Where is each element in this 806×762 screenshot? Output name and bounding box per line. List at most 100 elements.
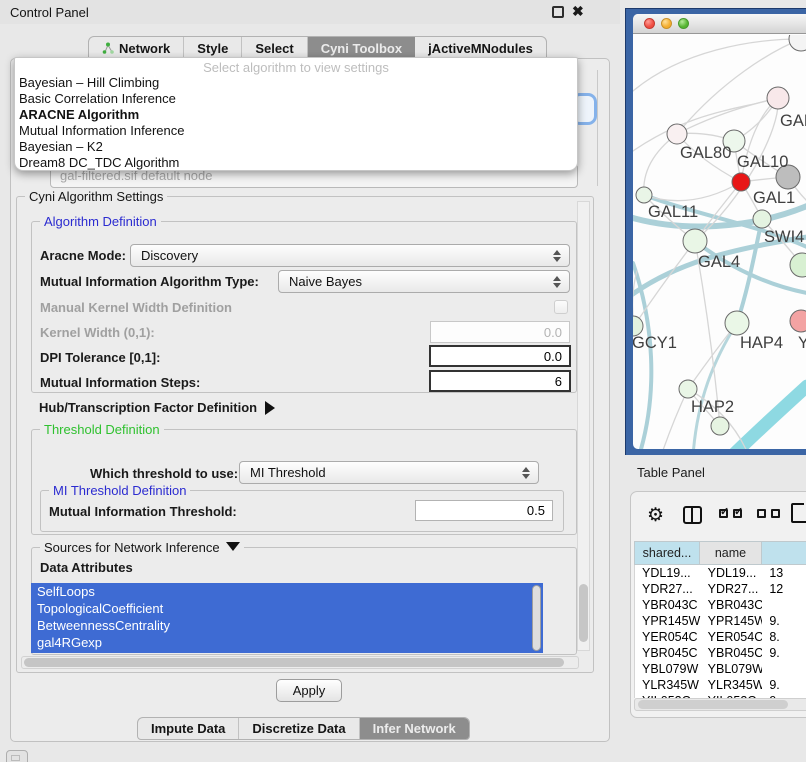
table-row[interactable]: YBR043CYBR043C	[635, 597, 806, 613]
table-mode-icon[interactable]	[791, 503, 806, 523]
minimized-panel-icon[interactable]	[6, 750, 28, 762]
network-edge[interactable]	[644, 182, 741, 201]
settings-vertical-scrollbar[interactable]	[577, 201, 590, 651]
tab-jactivemnodules[interactable]: jActiveMNodules	[415, 37, 546, 59]
network-edge[interactable]	[634, 241, 695, 326]
network-node-gcy1[interactable]	[633, 316, 643, 336]
attributes-scrollbar-thumb[interactable]	[533, 586, 540, 650]
mi-threshold-input[interactable]	[415, 500, 553, 521]
gear-icon[interactable]: ⚙	[647, 504, 664, 527]
network-node-swi4[interactable]	[753, 210, 771, 228]
data-attributes-label: Data Attributes	[40, 560, 133, 575]
columns-icon[interactable]	[683, 506, 702, 524]
tab-style[interactable]: Style	[184, 37, 242, 59]
table-row[interactable]: YDR27...YDR27...12	[635, 581, 806, 597]
manual-kernel-label: Manual Kernel Width Definition	[40, 300, 232, 315]
algorithm-option[interactable]: Basic Correlation Inference	[15, 91, 577, 107]
algorithm-option[interactable]: Mutual Information Inference	[15, 123, 577, 139]
select-all-check-icon[interactable]	[719, 509, 728, 518]
close-icon[interactable]: ✖	[572, 3, 584, 20]
settings-vscroll-thumb[interactable]	[579, 584, 588, 642]
settings-hscroll-thumb[interactable]	[24, 658, 564, 667]
tab-network[interactable]: Network	[89, 37, 184, 59]
algorithm-option[interactable]: ARACNE Algorithm	[15, 107, 577, 123]
mi-type-combo[interactable]: Naive Bayes	[278, 270, 570, 293]
algorithm-option[interactable]: Bayesian – K2	[15, 139, 577, 155]
network-node[interactable]	[789, 35, 806, 51]
table-row[interactable]: YPR145WYPR145W9.	[635, 613, 806, 629]
sources-group-title[interactable]: Sources for Network Inference	[40, 540, 244, 555]
table-row[interactable]: YER054CYER054C8.	[635, 629, 806, 645]
attribute-item[interactable]: TopologicalCoefficient	[31, 600, 543, 617]
select-all-check-icon[interactable]	[733, 509, 742, 518]
node-label: GAL1	[753, 189, 795, 207]
attribute-item[interactable]: BetweennessCentrality	[31, 617, 543, 634]
manual-kernel-checkbox[interactable]	[554, 300, 568, 314]
node-label: GAL11	[648, 203, 698, 221]
table-row[interactable]: YBR045CYBR045C9.	[635, 645, 806, 661]
dpi-tolerance-input[interactable]	[429, 345, 571, 367]
zoom-window-icon[interactable]	[678, 18, 689, 29]
attributes-scrollbar[interactable]	[532, 585, 541, 651]
minimize-window-icon[interactable]	[661, 18, 672, 29]
attribute-item[interactable]: SelfLoops	[31, 583, 543, 600]
deselect-all-check-icon[interactable]	[771, 509, 780, 518]
bottom-tab-infer-network[interactable]: Infer Network	[360, 718, 469, 739]
which-threshold-combo[interactable]: MI Threshold	[239, 461, 539, 484]
network-window-frame: GAL7GAL80GAL10GAL1GAL11SWI4GAL4GCY1HAP4Y…	[625, 8, 806, 455]
network-node-hap2[interactable]	[679, 380, 697, 398]
network-node[interactable]	[711, 417, 729, 435]
network-node-hap4[interactable]	[725, 311, 749, 335]
spinner-icon	[553, 275, 562, 289]
network-canvas[interactable]: GAL7GAL80GAL10GAL1GAL11SWI4GAL4GCY1HAP4Y…	[633, 35, 806, 449]
control-panel-titlebar: Control Panel ✖	[0, 0, 620, 24]
data-attributes-list[interactable]: SelfLoopsTopologicalCoefficientBetweenne…	[31, 583, 543, 653]
deselect-all-check-icon[interactable]	[757, 509, 766, 518]
mi-type-value: Naive Bayes	[289, 274, 362, 289]
algorithm-option[interactable]: Bayesian – Hill Climbing	[15, 75, 577, 91]
kernel-width-label: Kernel Width (0,1):	[40, 325, 155, 340]
network-edge[interactable]	[661, 389, 688, 449]
sources-title-text: Sources for Network Inference	[44, 540, 220, 555]
network-node-gal1[interactable]	[732, 173, 750, 191]
kernel-width-input[interactable]	[430, 321, 570, 343]
bottom-tab-discretize-data[interactable]: Discretize Data	[239, 718, 359, 739]
column-header[interactable]	[762, 541, 806, 565]
network-node-gal7[interactable]	[767, 87, 789, 109]
network-edge[interactable]	[735, 386, 806, 449]
table-horizontal-scrollbar[interactable]	[634, 698, 806, 711]
tab-select[interactable]: Select	[242, 37, 307, 59]
tab-label: Cyni Toolbox	[321, 41, 402, 56]
algorithm-dropdown-popup: Select algorithm to view settings Bayesi…	[14, 57, 578, 171]
node-label: GAL4	[698, 253, 740, 271]
hub-definition-label: Hub/Transcription Factor Definition	[39, 400, 257, 415]
network-node-gal11[interactable]	[636, 187, 652, 203]
bottom-tab-impute-data[interactable]: Impute Data	[138, 718, 239, 739]
settings-horizontal-scrollbar[interactable]	[21, 656, 579, 669]
network-node-y[interactable]	[790, 310, 806, 332]
tab-cyni-toolbox[interactable]: Cyni Toolbox	[308, 37, 415, 59]
collapse-down-icon	[226, 542, 240, 551]
table-row[interactable]: YBL079WYBL079W	[635, 661, 806, 677]
table-row[interactable]: YDL19...YDL19...13	[635, 565, 806, 581]
column-header[interactable]: name	[700, 541, 762, 565]
mi-steps-input[interactable]	[429, 370, 571, 392]
algorithm-option[interactable]: Dream8 DC_TDC Algorithm	[15, 155, 577, 171]
column-header[interactable]: shared...	[634, 541, 700, 565]
table-hscroll-thumb[interactable]	[638, 700, 788, 709]
network-node[interactable]	[790, 253, 806, 277]
algorithm-definition-title: Algorithm Definition	[40, 214, 161, 229]
network-node-gal4[interactable]	[683, 229, 707, 253]
network-node-gal80[interactable]	[667, 124, 687, 144]
close-window-icon[interactable]	[644, 18, 655, 29]
table-panel-title: Table Panel	[637, 465, 705, 480]
float-panel-icon[interactable]	[552, 6, 564, 18]
network-edge[interactable]	[633, 39, 801, 91]
mi-threshold-group: MI Threshold Definition Mutual Informati…	[40, 490, 564, 532]
hub-definition-toggle[interactable]: Hub/Transcription Factor Definition	[39, 400, 275, 415]
table-cell: YBR045C	[635, 645, 701, 661]
attribute-item[interactable]: gal4RGexp	[31, 634, 543, 651]
aracne-mode-combo[interactable]: Discovery	[130, 244, 570, 267]
apply-button[interactable]: Apply	[276, 679, 342, 702]
table-row[interactable]: YLR345WYLR345W9.	[635, 677, 806, 693]
